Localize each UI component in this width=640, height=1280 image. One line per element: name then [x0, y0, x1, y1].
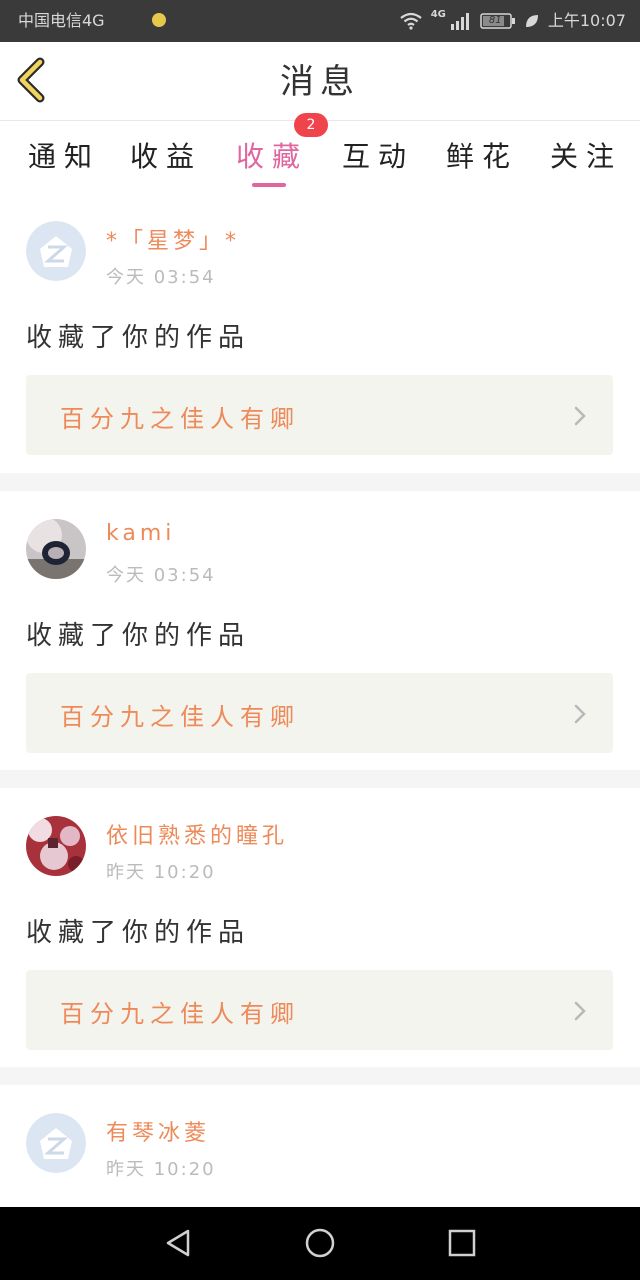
battery-icon: 81	[480, 12, 516, 30]
sender-name[interactable]: 有琴冰菱	[106, 1115, 210, 1147]
work-link[interactable]: 百分九之佳人有卿	[26, 375, 613, 455]
sender-name[interactable]: 依旧熟悉的瞳孔	[106, 818, 288, 850]
avatar[interactable]	[26, 1113, 86, 1173]
message-list: *「星梦」* 今天 03:54 收藏了你的作品 百分九之佳人有卿 kami 今天…	[0, 193, 640, 1225]
work-title: 百分九之佳人有卿	[60, 405, 300, 433]
status-bar: 中国电信4G 4G 81 上午10:07	[0, 0, 640, 42]
sender-name[interactable]: *「星梦」*	[106, 223, 240, 255]
work-title: 百分九之佳人有卿	[60, 703, 300, 731]
screen: 中国电信4G 4G 81 上午10:07 消息 通知 收益 收藏 2 互动 鲜花…	[0, 0, 640, 1280]
tab-earnings[interactable]: 收益	[130, 135, 202, 175]
divider	[0, 770, 640, 788]
carrier-label: 中国电信4G	[18, 11, 105, 30]
chevron-right-icon	[574, 1001, 586, 1021]
user-photo	[26, 816, 86, 876]
message-time: 昨天 10:20	[106, 1159, 216, 1180]
signal-icon	[450, 12, 472, 30]
notification-icon	[152, 13, 166, 27]
page-title: 消息	[280, 62, 360, 102]
navigation-bar	[0, 1207, 640, 1280]
work-title: 百分九之佳人有卿	[60, 1000, 300, 1028]
work-link[interactable]: 百分九之佳人有卿	[26, 970, 613, 1050]
battery-level: 81	[488, 15, 502, 26]
avatar[interactable]	[26, 519, 86, 579]
message-time: 昨天 10:20	[106, 862, 216, 883]
chevron-right-icon	[574, 406, 586, 426]
message-text: 收藏了你的作品	[26, 918, 251, 948]
avatar[interactable]	[26, 221, 86, 281]
message-time: 今天 03:54	[106, 267, 216, 288]
work-link[interactable]: 百分九之佳人有卿	[26, 673, 613, 753]
tab-flowers[interactable]: 鲜花	[446, 135, 518, 175]
sender-name[interactable]: kami	[106, 521, 175, 546]
list-item: 有琴冰菱 昨天 10:20	[0, 1085, 640, 1225]
tab-favorites[interactable]: 收藏	[236, 135, 308, 175]
clock: 上午10:07	[547, 11, 626, 30]
avatar[interactable]	[26, 816, 86, 876]
recents-square-icon[interactable]	[444, 1225, 480, 1261]
list-item: 依旧熟悉的瞳孔 昨天 10:20 收藏了你的作品 百分九之佳人有卿	[0, 788, 640, 1067]
back-triangle-icon[interactable]	[160, 1225, 196, 1261]
leaf-icon	[524, 13, 540, 29]
default-q-icon	[26, 221, 86, 281]
list-item: kami 今天 03:54 收藏了你的作品 百分九之佳人有卿	[0, 491, 640, 770]
message-text: 收藏了你的作品	[26, 621, 251, 651]
divider	[0, 1067, 640, 1085]
tab-follows[interactable]: 关注	[550, 135, 622, 175]
chevron-right-icon	[574, 704, 586, 724]
header: 消息	[0, 42, 640, 121]
list-item: *「星梦」* 今天 03:54 收藏了你的作品 百分九之佳人有卿	[0, 193, 640, 473]
network-label: 4G	[430, 9, 446, 20]
tab-bar: 通知 收益 收藏 2 互动 鲜花 关注	[0, 113, 640, 193]
divider	[0, 473, 640, 491]
user-photo	[26, 519, 86, 579]
home-circle-icon[interactable]	[302, 1225, 338, 1261]
tab-interactions[interactable]: 互动	[342, 135, 414, 175]
active-tab-indicator	[252, 183, 286, 187]
default-q-icon	[26, 1113, 86, 1173]
message-text: 收藏了你的作品	[26, 323, 251, 353]
favorites-badge: 2	[294, 113, 328, 137]
message-time: 今天 03:54	[106, 565, 216, 586]
wifi-icon	[399, 12, 423, 30]
tab-notifications[interactable]: 通知	[28, 135, 100, 175]
